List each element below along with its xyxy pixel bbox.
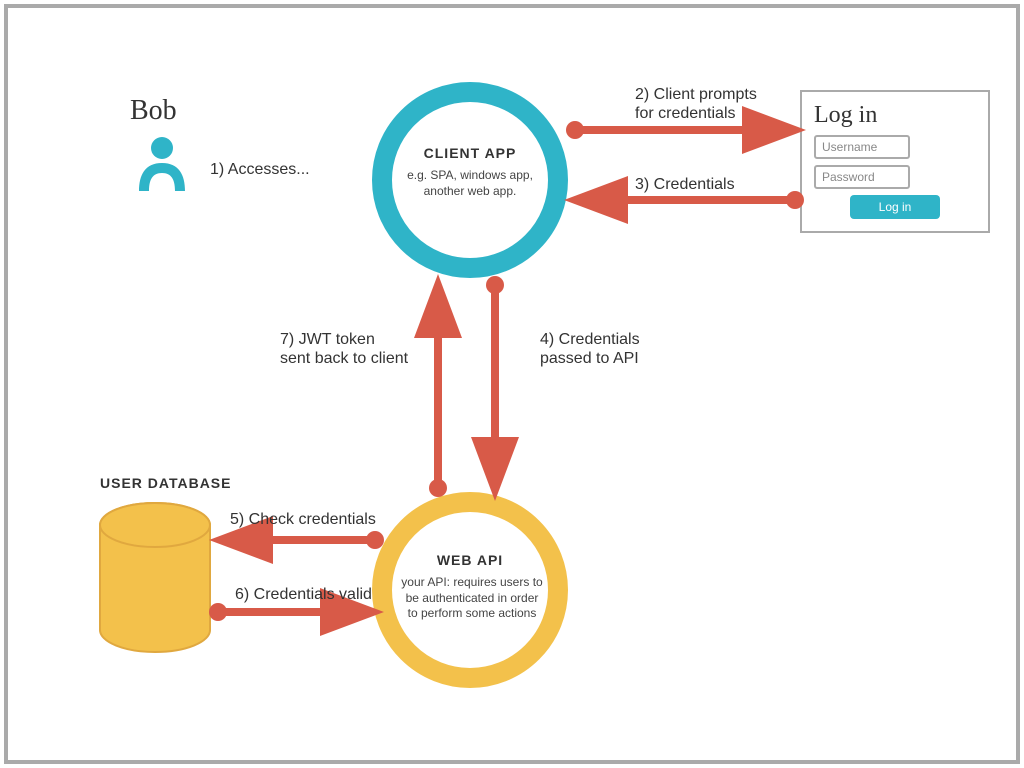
step-7-label: 7) JWT token sent back to client	[280, 330, 408, 368]
step-3-label: 3) Credentials	[635, 175, 735, 194]
step-4-label: 4) Credentials passed to API	[540, 330, 640, 368]
arrows-layer	[0, 0, 1024, 768]
step-6-label: 6) Credentials valid	[235, 585, 372, 604]
step-5-label: 5) Check credentials	[230, 510, 376, 529]
step-1-label: 1) Accesses...	[210, 160, 310, 179]
step-2-label: 2) Client prompts for credentials	[635, 85, 757, 123]
